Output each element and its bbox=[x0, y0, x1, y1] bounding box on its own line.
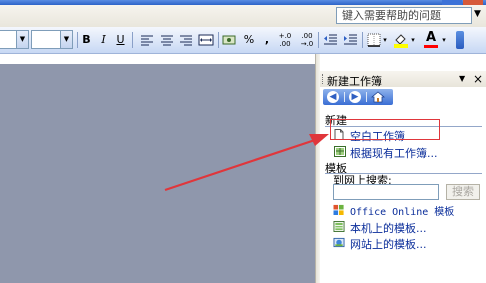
merge-center-icon[interactable] bbox=[198, 31, 214, 49]
office-online-templates-link[interactable]: Office Online 模板 bbox=[350, 203, 454, 218]
back-icon[interactable]: ◀ bbox=[327, 91, 339, 103]
help-search-input[interactable]: 键入需要帮助的问题 bbox=[336, 7, 472, 24]
task-pane-title: 新建工作簿 bbox=[327, 75, 382, 88]
nav-separator bbox=[366, 92, 367, 102]
fill-color-swatch bbox=[394, 44, 408, 48]
website-templates-link[interactable]: 网站上的模板... bbox=[350, 236, 427, 252]
toolbar-separator bbox=[362, 32, 363, 48]
office-online-icon bbox=[333, 204, 344, 215]
highlight-box bbox=[330, 119, 440, 140]
template-search-input[interactable] bbox=[333, 184, 439, 200]
borders-icon[interactable] bbox=[367, 31, 381, 49]
toolbar-options-icon[interactable] bbox=[456, 31, 464, 49]
align-center-icon[interactable] bbox=[160, 31, 174, 49]
toolbar-separator bbox=[132, 32, 133, 48]
bold-button[interactable]: B bbox=[80, 31, 93, 49]
local-templates-icon bbox=[333, 221, 345, 232]
chevron-down-icon[interactable]: ▼ bbox=[16, 31, 28, 48]
task-pane-nav: ◀ ▶ bbox=[323, 89, 393, 105]
currency-icon[interactable] bbox=[222, 31, 236, 49]
fill-color-icon[interactable] bbox=[393, 31, 409, 49]
grip-icon[interactable] bbox=[322, 74, 325, 84]
font-color-dropdown-icon[interactable]: ▾ bbox=[441, 31, 447, 49]
task-pane-close-icon[interactable]: × bbox=[473, 71, 483, 87]
align-right-icon[interactable] bbox=[179, 31, 193, 49]
home-icon[interactable] bbox=[371, 91, 385, 103]
task-pane: 新建工作簿 ▼ × ◀ ▶ 新建 空白工作簿 根据现有工作簿... 模板 到网上… bbox=[320, 54, 486, 283]
increase-decimal-button[interactable]: +.0 .00 bbox=[276, 32, 294, 50]
menu-bar: 键入需要帮助的问题 ▼ bbox=[0, 5, 486, 28]
comma-button[interactable]: , bbox=[262, 31, 272, 49]
formatting-toolbar: ▼ ▼ B I U % , +.0 .00 .00 →.0 ▾ ▾ A ▾ bbox=[0, 27, 486, 54]
website-templates-icon bbox=[333, 237, 345, 248]
local-templates-link[interactable]: 本机上的模板... bbox=[350, 220, 427, 236]
task-pane-menu-icon[interactable]: ▼ bbox=[459, 74, 465, 83]
workbook-workspace bbox=[0, 64, 315, 283]
align-left-icon[interactable] bbox=[140, 31, 154, 49]
formula-bar-area bbox=[0, 54, 315, 64]
existing-workbook-icon bbox=[334, 146, 346, 157]
from-existing-workbook-link[interactable]: 根据现有工作簿... bbox=[350, 145, 438, 161]
task-pane-header: 新建工作簿 ▼ × bbox=[320, 71, 486, 88]
decrease-decimal-button[interactable]: .00 →.0 bbox=[298, 32, 316, 50]
underline-button[interactable]: U bbox=[114, 31, 127, 49]
font-color-swatch bbox=[424, 45, 438, 48]
forward-icon[interactable]: ▶ bbox=[349, 91, 361, 103]
outdent-icon[interactable] bbox=[323, 31, 338, 49]
toolbar-separator bbox=[218, 32, 219, 48]
toolbar-separator bbox=[77, 32, 78, 48]
italic-button[interactable]: I bbox=[97, 31, 110, 49]
help-dropdown-icon[interactable]: ▼ bbox=[474, 9, 481, 19]
font-size-combo[interactable]: ▼ bbox=[31, 30, 73, 49]
nav-separator bbox=[344, 92, 345, 102]
fill-color-dropdown-icon[interactable]: ▾ bbox=[410, 31, 416, 49]
chevron-down-icon[interactable]: ▼ bbox=[60, 31, 72, 48]
toolbar-separator bbox=[318, 32, 319, 48]
indent-icon[interactable] bbox=[343, 31, 358, 49]
font-name-combo[interactable]: ▼ bbox=[0, 30, 29, 49]
borders-dropdown-icon[interactable]: ▾ bbox=[382, 31, 388, 49]
percent-button[interactable]: % bbox=[243, 31, 255, 49]
search-button[interactable]: 搜索 bbox=[446, 184, 480, 200]
